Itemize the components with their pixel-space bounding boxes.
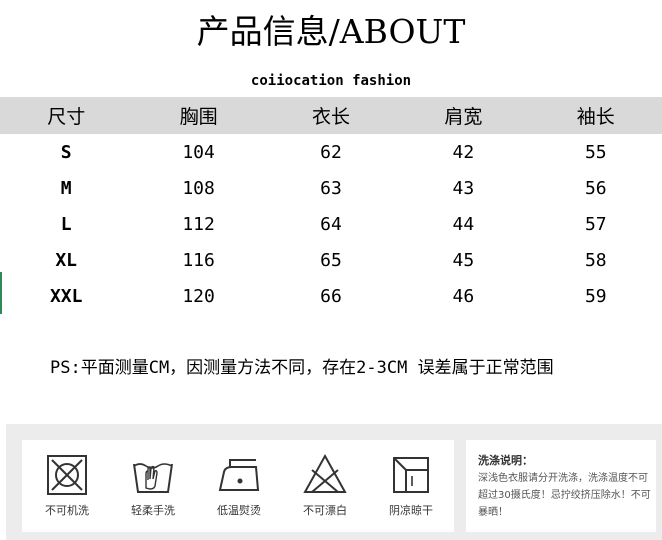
sleeve-cell: 56	[584, 177, 607, 199]
chest-cell: 116	[182, 249, 215, 271]
care-item-no-bleach: 不可漂白	[282, 452, 368, 518]
length-cell: 64	[320, 213, 342, 235]
care-item-no-machine-wash: 不可机洗	[24, 452, 110, 518]
shoulder-cell: 44	[452, 213, 475, 235]
size-cell: XL	[55, 249, 78, 271]
chest-cell: 120	[182, 285, 215, 307]
sleeve-cell: 58	[584, 249, 607, 271]
length-cell: 63	[320, 177, 342, 199]
column-header-sleeve: 袖长	[576, 106, 615, 128]
gentle-hand-wash-icon	[133, 463, 173, 493]
length-cell: 62	[320, 141, 342, 163]
brand-subtitle: coiiocation fashion	[250, 73, 412, 89]
table-header-row: 尺寸 胸围 衣长 肩宽 袖长	[0, 97, 662, 134]
care-instructions-body: 深浅色衣服请分开洗涤，洗涤温度不可超过30摄氏度！忌拧绞挤压除水！不可暴晒！	[478, 473, 651, 518]
table-row: M 108 63 43 56	[0, 170, 662, 206]
size-cell: XXL	[49, 285, 83, 307]
column-header-length: 衣长	[311, 106, 350, 128]
column-header-shoulder: 肩宽	[444, 106, 483, 128]
shoulder-cell: 43	[452, 177, 475, 199]
care-label: 阴凉晾干	[389, 504, 433, 517]
care-label: 不可机洗	[45, 504, 89, 517]
care-label: 轻柔手洗	[131, 504, 175, 517]
chest-cell: 108	[182, 177, 215, 199]
column-header-chest: 胸围	[179, 106, 218, 128]
care-instructions-title: 洗涤说明：	[478, 454, 533, 467]
length-cell: 66	[320, 285, 342, 307]
column-header-size: 尺寸	[47, 106, 86, 128]
size-cell: S	[60, 141, 72, 163]
size-cell: M	[60, 177, 72, 199]
chest-cell: 104	[182, 141, 215, 163]
left-edge-marker	[0, 272, 2, 314]
care-item-low-iron: 低温熨烫	[196, 452, 282, 518]
table-row: XXL 120 66 46 59	[0, 278, 662, 314]
table-row: L 112 64 44 57	[0, 206, 662, 242]
care-item-hand-wash: 轻柔手洗	[110, 452, 196, 518]
size-cell: L	[60, 213, 72, 235]
page-title: 产品信息/ABOUT	[196, 12, 466, 51]
no-machine-wash-icon	[47, 455, 87, 495]
no-bleach-icon	[303, 453, 347, 493]
sleeve-cell: 59	[584, 285, 607, 307]
shade-dry-icon	[393, 457, 429, 493]
sleeve-cell: 55	[584, 141, 607, 163]
low-temp-iron-icon	[218, 459, 260, 491]
sleeve-cell: 57	[584, 213, 607, 235]
chest-cell: 112	[182, 213, 215, 235]
shoulder-cell: 42	[452, 141, 475, 163]
measurement-note: PS:平面测量CM，因测量方法不同，存在2-3CM 误差属于正常范围	[50, 358, 554, 378]
care-instructions-box: 洗涤说明： 深浅色衣服请分开洗涤，洗涤温度不可超过30摄氏度！忌拧绞挤压除水！不…	[466, 440, 656, 532]
care-label: 低温熨烫	[217, 504, 261, 517]
table-row: S 104 62 42 55	[0, 134, 662, 170]
care-item-shade-dry: 阴凉晾干	[368, 452, 454, 518]
length-cell: 65	[320, 249, 342, 271]
shoulder-cell: 46	[452, 285, 475, 307]
shoulder-cell: 45	[452, 249, 475, 271]
care-label: 不可漂白	[303, 504, 347, 517]
size-chart-table: 尺寸 胸围 衣长 肩宽 袖长 S 104 62 42 55 M 108 63 4…	[0, 97, 662, 314]
table-row: XL 116 65 45 58	[0, 242, 662, 278]
